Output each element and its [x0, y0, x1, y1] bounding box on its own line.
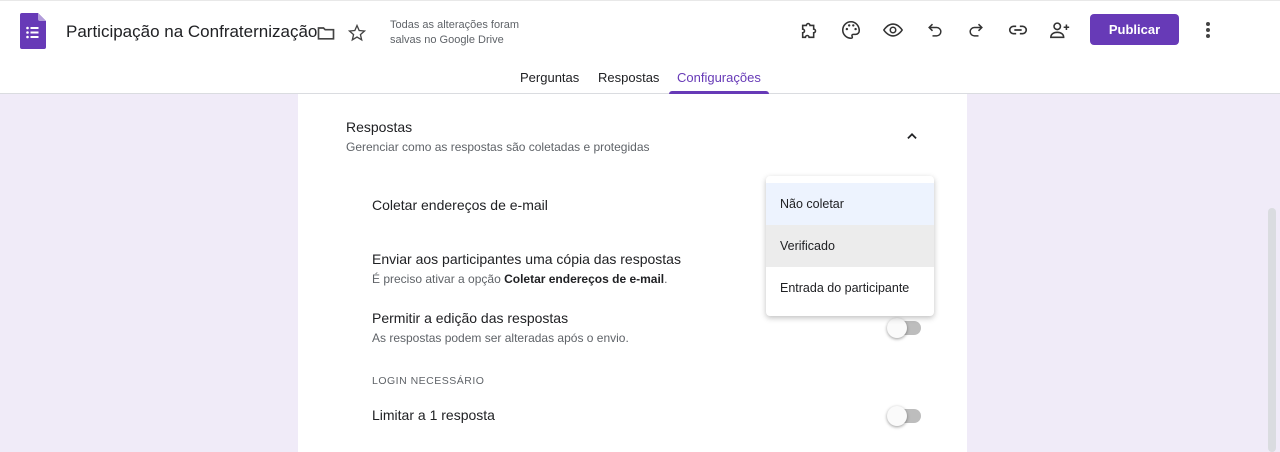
send-copy-hint: É preciso ativar a opção Coletar endereç… — [372, 272, 668, 286]
form-title[interactable]: Participação na Confraternização — [66, 22, 317, 42]
tab-configuracoes[interactable]: Configurações — [677, 70, 761, 85]
option-nao-coletar[interactable]: Não coletar — [766, 183, 934, 225]
allow-edit-toggle[interactable] — [887, 318, 921, 338]
scrollbar[interactable] — [1268, 208, 1276, 452]
section-subtitle: Gerenciar como as respostas são coletada… — [346, 140, 650, 154]
limit-one-label: Limitar a 1 resposta — [372, 407, 495, 423]
app-header: Participação na Confraternização Todas a… — [0, 0, 1280, 94]
forms-logo-icon[interactable] — [20, 13, 46, 49]
preview-eye-icon[interactable] — [881, 18, 905, 42]
more-vert-icon[interactable] — [1196, 18, 1220, 42]
add-collaborator-icon[interactable] — [1048, 18, 1072, 42]
add-ons-puzzle-icon[interactable] — [798, 18, 822, 42]
login-required-heading: LOGIN NECESSÁRIO — [372, 375, 485, 387]
limit-one-toggle[interactable] — [887, 406, 921, 426]
send-copy-label: Enviar aos participantes uma cópia das r… — [372, 251, 681, 267]
chevron-up-icon[interactable] — [900, 124, 924, 148]
option-verificado[interactable]: Verificado — [766, 225, 934, 267]
palette-icon[interactable] — [839, 18, 863, 42]
collect-email-dropdown-menu: Não coletar Verificado Entrada do partic… — [766, 176, 934, 316]
link-icon[interactable] — [1006, 18, 1030, 42]
option-entrada-participante[interactable]: Entrada do participante — [766, 267, 934, 309]
star-icon[interactable] — [345, 21, 369, 45]
allow-edit-label: Permitir a edição das respostas — [372, 310, 569, 326]
collect-email-label: Coletar endereços de e-mail — [372, 197, 548, 213]
allow-edit-hint: As respostas podem ser alteradas após o … — [372, 331, 629, 345]
undo-icon[interactable] — [923, 18, 947, 42]
redo-icon[interactable] — [964, 18, 988, 42]
tab-perguntas[interactable]: Perguntas — [520, 70, 579, 85]
section-title: Respostas — [346, 119, 413, 135]
save-status: Todas as alterações foram salvas no Googl… — [390, 19, 520, 46]
folder-icon[interactable] — [314, 21, 338, 45]
publish-button[interactable]: Publicar — [1090, 14, 1179, 45]
tab-respostas[interactable]: Respostas — [598, 70, 659, 85]
